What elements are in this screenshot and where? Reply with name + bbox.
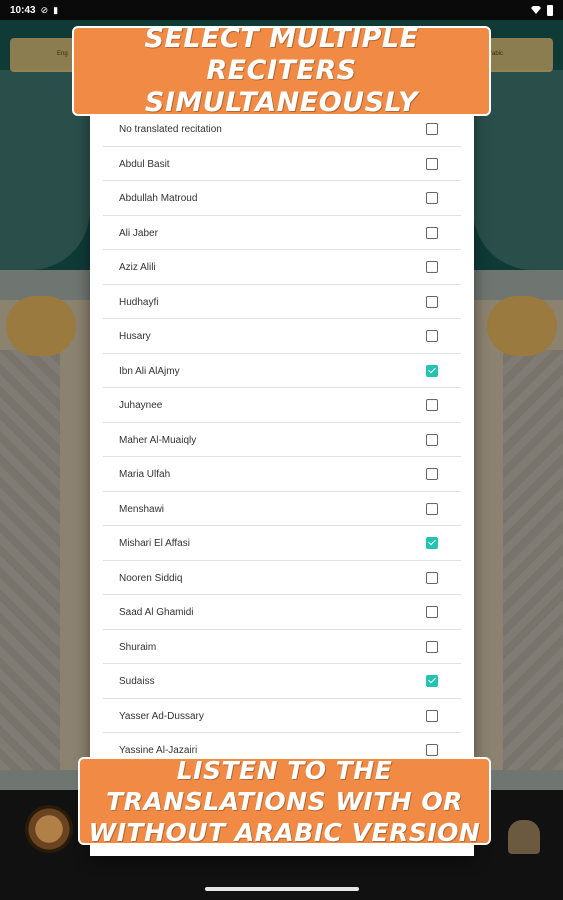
pattern-right xyxy=(503,350,563,770)
wifi-icon xyxy=(531,6,541,14)
reciter-row[interactable]: Ali Jaber xyxy=(103,216,461,250)
reciter-checkbox[interactable] xyxy=(426,226,438,239)
reciter-row[interactable]: Husary xyxy=(103,319,461,354)
reciter-selection-dialog: No translated recitation Abdul Basit Abdul… xyxy=(90,100,474,856)
reciter-checkbox[interactable] xyxy=(426,640,438,653)
reciter-checkbox[interactable] xyxy=(426,502,438,515)
reciter-checkbox[interactable] xyxy=(426,261,438,273)
battery-icon xyxy=(547,4,553,16)
reciter-checkbox[interactable] xyxy=(426,709,438,722)
reciter-label: Menshawi xyxy=(119,503,165,515)
reciter-label: Mishari El Affasi xyxy=(119,538,190,549)
reciter-label: Maher Al-Muaiqly xyxy=(119,434,197,446)
reciter-checkbox[interactable] xyxy=(426,537,438,549)
language-left-label: Eng xyxy=(57,51,68,57)
reciter-row[interactable]: Maher Al-Muaiqly xyxy=(103,423,461,457)
sd-card-icon: ▮ xyxy=(53,4,59,15)
reciter-checkbox[interactable] xyxy=(426,295,438,308)
promo-banner-top: SELECT MULTIPLE RECITERS SIMULTANEOUSLY xyxy=(72,23,491,118)
promo-bottom-text: LISTEN TO THE TRANSLATIONS WITH OR WITHO… xyxy=(88,755,481,847)
reciter-label: Ibn Ali AlAjmy xyxy=(119,365,180,377)
reciter-label: Shuraim xyxy=(119,641,157,653)
status-bar: 10:43 ⊘ ▮ xyxy=(0,0,563,20)
reciter-checkbox[interactable] xyxy=(426,330,438,342)
reciter-checkbox[interactable] xyxy=(426,192,438,204)
reciter-row[interactable]: Mishari El Affasi xyxy=(103,526,461,561)
reciter-row[interactable]: Maria Ulfah xyxy=(103,457,461,492)
reciter-checkbox[interactable] xyxy=(426,468,438,480)
reciter-row[interactable]: Sudaiss xyxy=(103,664,461,699)
reciter-row[interactable]: Yasser Ad-Dussary xyxy=(103,699,461,733)
reciter-list: No translated recitation Abdul Basit Abdul… xyxy=(103,112,461,768)
reciter-row[interactable]: Abdul Basit xyxy=(103,147,461,181)
reciter-row[interactable]: Juhaynee xyxy=(103,388,461,423)
reciter-checkbox[interactable] xyxy=(426,606,438,618)
reciter-label: Abdullah Matroud xyxy=(119,193,198,204)
reciter-label: Ali Jaber xyxy=(119,227,158,239)
reciter-row[interactable]: Menshawi xyxy=(103,492,461,526)
reciter-label: Saad Al Ghamidi xyxy=(119,607,194,618)
promo-banner-bottom: LISTEN TO THE TRANSLATIONS WITH OR WITHO… xyxy=(78,755,491,847)
reciter-row[interactable]: Saad Al Ghamidi xyxy=(103,595,461,630)
status-time: 10:43 xyxy=(10,4,36,16)
reciter-label: Yasser Ad-Dussary xyxy=(119,710,204,722)
reciter-row[interactable]: Ibn Ali AlAjmy xyxy=(103,354,461,388)
reciter-row[interactable]: Abdullah Matroud xyxy=(103,181,461,216)
reciter-label: Hudhayfi xyxy=(119,296,159,308)
app-logo-icon[interactable] xyxy=(25,805,73,853)
reciter-checkbox[interactable] xyxy=(426,399,438,411)
reciter-label: Nooren Siddiq xyxy=(119,572,183,584)
reciter-label: Abdul Basit xyxy=(119,158,170,170)
reciter-label: Maria Ulfah xyxy=(119,469,171,480)
reciter-checkbox[interactable] xyxy=(426,433,438,446)
reciter-checkbox[interactable] xyxy=(426,364,438,377)
reciter-row[interactable]: Shuraim xyxy=(103,630,461,664)
reciter-label: Husary xyxy=(119,331,151,342)
scroll-roll-left xyxy=(6,296,76,356)
reciter-row[interactable]: Hudhayfi xyxy=(103,285,461,319)
reciter-checkbox[interactable] xyxy=(426,571,438,584)
reciter-row[interactable]: Nooren Siddiq xyxy=(103,561,461,595)
reciter-label: No translated recitation xyxy=(119,124,222,135)
reciter-label: Juhaynee xyxy=(119,400,163,411)
reciter-avatar-icon[interactable] xyxy=(508,820,540,854)
do-not-disturb-icon: ⊘ xyxy=(40,4,49,15)
pattern-left xyxy=(0,350,60,770)
reciter-label: Sudaiss xyxy=(119,676,155,687)
home-handle[interactable] xyxy=(205,887,359,891)
scroll-roll-right xyxy=(487,296,557,356)
promo-top-text: SELECT MULTIPLE RECITERS SIMULTANEOUSLY xyxy=(144,23,419,118)
reciter-checkbox[interactable] xyxy=(426,675,438,687)
reciter-label: Aziz Alili xyxy=(119,262,156,273)
reciter-checkbox[interactable] xyxy=(426,157,438,170)
reciter-row[interactable]: Aziz Alili xyxy=(103,250,461,285)
reciter-checkbox[interactable] xyxy=(426,123,438,135)
